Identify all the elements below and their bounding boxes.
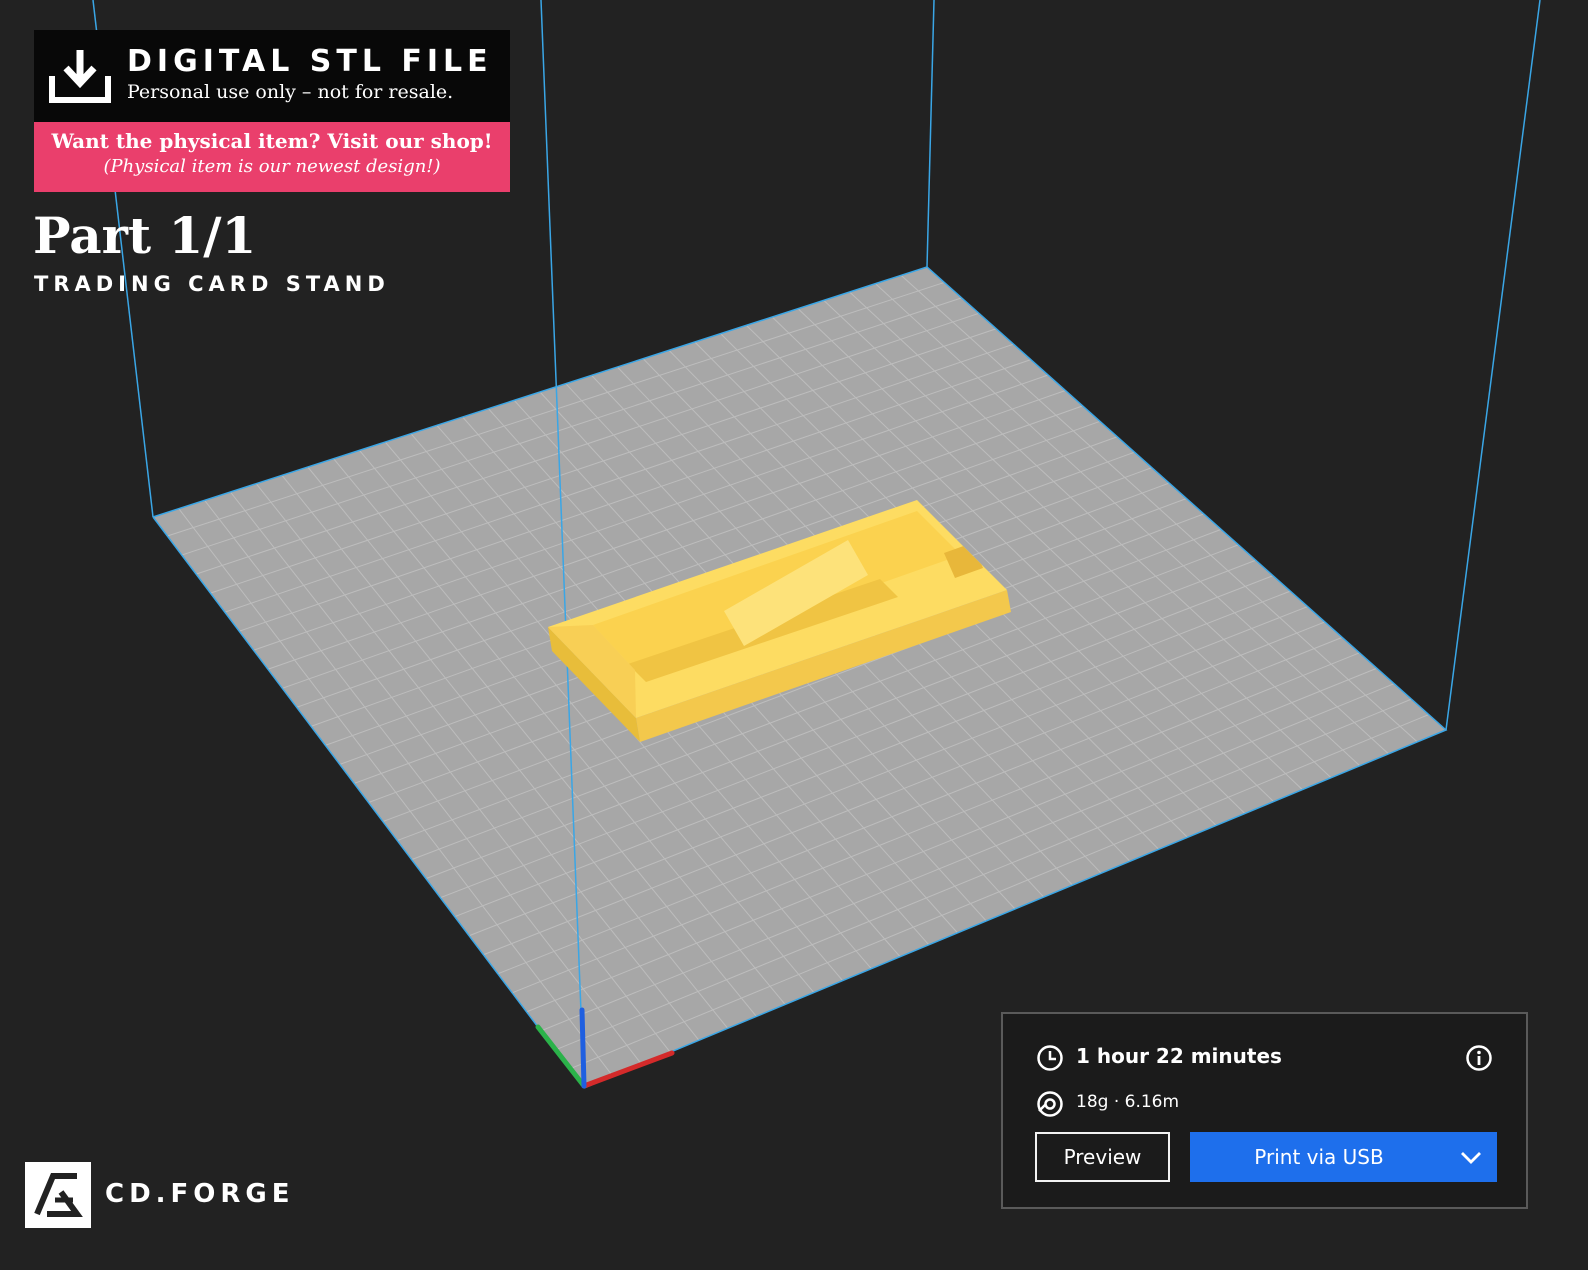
shop-link-banner[interactable]: Want the physical item? Visit our shop! … [34, 122, 510, 192]
info-icon[interactable] [1465, 1044, 1493, 1072]
material-usage: 18g · 6.16m [1076, 1092, 1180, 1112]
preview-button[interactable]: Preview [1035, 1132, 1170, 1182]
print-summary-panel: 1 hour 22 minutes 18g · 6.16m Preview Pr… [1001, 1012, 1528, 1209]
chevron-down-icon[interactable] [1459, 1146, 1483, 1168]
clock-icon [1037, 1045, 1063, 1071]
part-subtitle: TRADING CARD STAND [34, 272, 390, 296]
cd-forge-logo-icon [25, 1162, 91, 1228]
shop-cta-text[interactable]: Want the physical item? Visit our shop! [34, 122, 510, 153]
brand-wordmark: CD.FORGE [105, 1179, 295, 1209]
filament-spool-icon [1037, 1091, 1063, 1117]
part-title: Part 1/1 [33, 206, 257, 265]
banner-title: DIGITAL STL FILE [127, 44, 493, 79]
print-time: 1 hour 22 minutes [1076, 1044, 1282, 1068]
print-via-usb-button[interactable]: Print via USB [1190, 1132, 1497, 1182]
banner-header: DIGITAL STL FILE Personal use only – not… [34, 30, 510, 122]
z-axis-indicator [579, 1007, 587, 1089]
digital-stl-banner: DIGITAL STL FILE Personal use only – not… [34, 30, 510, 192]
shop-note-text: (Physical item is our newest design!) [103, 156, 441, 177]
banner-subtitle: Personal use only – not for resale. [127, 81, 454, 103]
print-button-label: Print via USB [1254, 1145, 1384, 1169]
download-icon [49, 50, 111, 103]
